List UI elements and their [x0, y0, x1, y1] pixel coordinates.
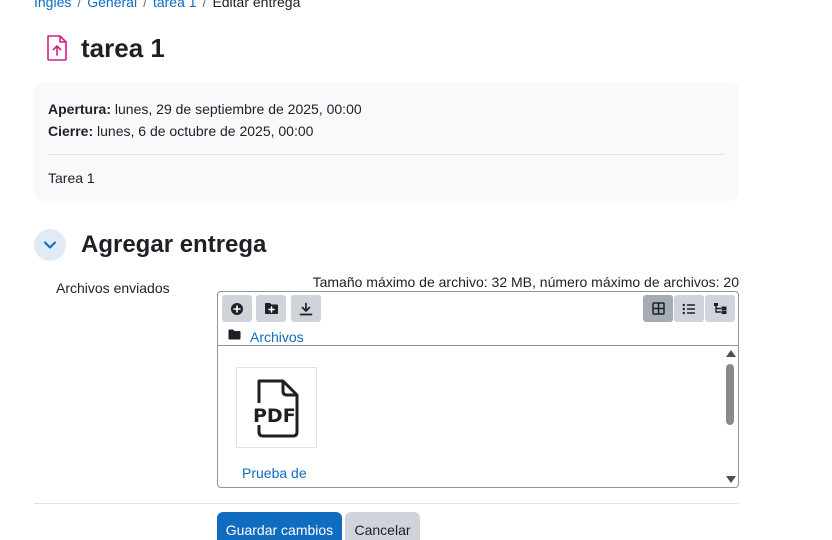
list-view-button[interactable] — [674, 295, 704, 322]
grid-view-button[interactable] — [643, 295, 673, 322]
page-title: tarea 1 — [81, 33, 165, 63]
close-date-label: Cierre: — [48, 123, 94, 139]
pdf-type-label: PDF — [253, 405, 296, 427]
folder-icon — [228, 329, 241, 340]
download-all-button[interactable] — [291, 295, 321, 322]
open-date-value: lunes, 29 de septiembre de 2025, 00:00 — [111, 101, 362, 117]
create-folder-icon — [264, 303, 278, 314]
close-date: Cierre: lunes, 6 de octubre de 2025, 00:… — [48, 120, 725, 142]
section-title: Agregar entrega — [81, 231, 267, 258]
list-view-icon — [682, 303, 695, 314]
dates-divider — [48, 154, 725, 155]
file-list-scrollbar[interactable] — [725, 350, 736, 483]
path-root-link[interactable]: Archivos — [250, 329, 304, 345]
close-date-value: lunes, 6 de octubre de 2025, 00:00 — [93, 123, 314, 139]
scroll-up-arrow-icon[interactable] — [726, 350, 736, 357]
section-collapse-button[interactable] — [34, 229, 66, 261]
breadcrumb-separator: / — [202, 0, 207, 10]
breadcrumb-separator: / — [143, 0, 147, 10]
add-file-icon — [231, 302, 243, 315]
breadcrumb-current: Editar entrega — [212, 0, 301, 10]
chevron-down-icon — [44, 241, 56, 249]
add-file-button[interactable] — [222, 295, 252, 322]
form-divider — [34, 503, 739, 504]
grid-view-icon — [651, 302, 665, 315]
cancel-button[interactable]: Cancelar — [345, 512, 420, 540]
tree-view-icon — [713, 303, 726, 314]
cancel-label: Cancelar — [354, 522, 411, 538]
file-manager-content: PDF Prueba de — [218, 346, 738, 487]
activity-dates: Apertura: lunes, 29 de septiembre de 202… — [34, 82, 739, 201]
file-limits-text: Tamaño máximo de archivo: 32 MB, número … — [312, 274, 739, 290]
file-name-link[interactable]: Prueba de — [242, 465, 307, 481]
assignment-upload-icon — [47, 35, 67, 61]
create-folder-button[interactable] — [256, 295, 286, 322]
breadcrumb-separator: / — [77, 0, 82, 10]
download-icon — [299, 302, 313, 315]
file-manager-toolbar — [218, 292, 738, 326]
save-changes-button[interactable]: Guardar cambios — [217, 512, 342, 540]
file-manager: Archivos PDF Prueba de — [217, 291, 739, 488]
file-manager-path: Archivos — [218, 326, 738, 346]
breadcrumb: Inglés / General / tarea 1 / Editar entrega — [34, 0, 300, 10]
scroll-down-arrow-icon[interactable] — [726, 476, 736, 483]
tree-view-button[interactable] — [705, 295, 735, 322]
save-changes-label: Guardar cambios — [225, 522, 334, 538]
files-field-label: Archivos enviados — [56, 280, 170, 296]
breadcrumb-item-activity[interactable]: tarea 1 — [153, 0, 197, 10]
breadcrumb-item-section[interactable]: General — [87, 0, 137, 10]
open-date: Apertura: lunes, 29 de septiembre de 202… — [48, 98, 725, 120]
breadcrumb-item-course[interactable]: Inglés — [34, 0, 71, 10]
page-header: tarea 1 — [45, 32, 165, 64]
section-header: Agregar entrega — [34, 229, 266, 261]
file-item[interactable]: PDF — [236, 367, 317, 448]
pdf-file-icon: PDF — [251, 379, 298, 437]
activity-description: Tarea 1 — [48, 170, 95, 186]
open-date-label: Apertura: — [48, 101, 112, 117]
scrollbar-thumb[interactable] — [726, 364, 734, 425]
